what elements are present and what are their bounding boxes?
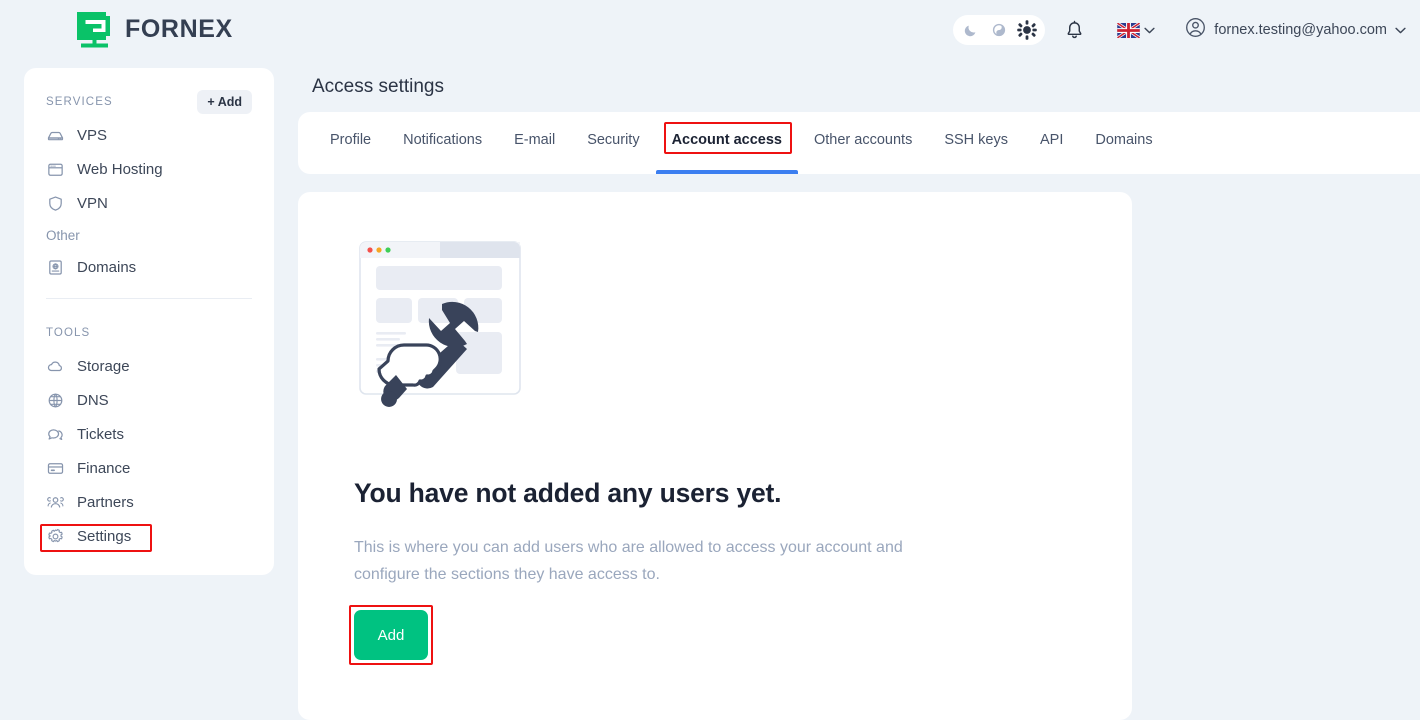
sidebar-item-finance[interactable]: Finance [24,451,274,485]
sidebar-item-web-hosting[interactable]: Web Hosting [24,152,274,186]
tab-label: Security [587,132,640,148]
sidebar-item-label: Settings [77,527,132,545]
tab-label: Domains [1095,132,1153,148]
add-user-button[interactable]: Add [354,610,428,660]
globe-icon [46,391,65,410]
empty-state-description: This is where you can add users who are … [354,539,903,583]
account-access-panel: You have not added any users yet. This i… [298,192,1132,720]
fornex-monitor-logo-icon [74,9,115,50]
top-bar-right-controls: fornex.testing@yahoo.com [953,0,1406,60]
sidebar-item-vps[interactable]: VPS [24,118,274,152]
half-moon-contrast-icon[interactable] [988,19,1010,41]
sidebar-item-partners[interactable]: Partners [24,485,274,519]
tab-security[interactable]: Security [571,112,655,174]
tab-label: SSH keys [944,132,1008,148]
tabs-list: Profile Notifications E-mail Security Ac… [298,112,1420,174]
sidebar-section-tools-label: TOOLS [46,327,91,339]
sidebar-item-domains[interactable]: Domains [24,250,274,284]
user-account-menu[interactable]: fornex.testing@yahoo.com [1185,17,1406,43]
tab-api[interactable]: API [1024,112,1079,174]
tab-label: API [1040,132,1064,148]
tab-profile[interactable]: Profile [314,112,387,174]
chat-bubbles-icon [46,425,65,444]
sidebar-item-tickets[interactable]: Tickets [24,417,274,451]
tab-label: Other accounts [814,132,913,148]
sidebar-item-label: Storage [77,357,130,375]
top-bar: FORNEX fornex.testing@yahoo.com [0,0,1420,60]
bell-icon[interactable] [1057,13,1091,47]
page-title: Access settings [312,76,444,97]
tab-ssh-keys[interactable]: SSH keys [928,112,1024,174]
sidebar-item-vpn[interactable]: VPN [24,186,274,220]
tab-email[interactable]: E-mail [498,112,571,174]
sidebar-item-label: DNS [77,391,109,409]
theme-toggle-group[interactable] [953,15,1046,45]
sidebar-item-label: VPN [77,194,108,212]
sidebar-item-storage[interactable]: Storage [24,349,274,383]
brand-name: FORNEX [125,15,233,43]
tab-account-access[interactable]: Account access [655,112,799,174]
credit-card-icon [46,459,65,478]
cloud-icon [46,357,65,376]
sidebar-section-other-label: Other [46,227,80,243]
sidebar-section-services-label: SERVICES [46,96,113,108]
sidebar-item-label: Domains [77,258,137,276]
sidebar-divider [46,298,252,299]
tabs-bar: Profile Notifications E-mail Security Ac… [298,112,1420,174]
sidebar-item-settings[interactable]: Settings [24,519,274,553]
hand-holding-wrench-browser-illustration [352,236,532,411]
sidebar-item-label: Finance [77,459,131,477]
browser-window-icon [46,160,65,179]
sidebar-section-tools: TOOLS [24,317,274,349]
sidebar-item-label: VPS [77,126,108,144]
tab-label: E-mail [514,132,556,148]
sidebar: SERVICES + Add VPS Web Hosting VPN Other… [24,68,274,575]
language-selector[interactable] [1117,22,1155,38]
tab-domains[interactable]: Domains [1079,112,1168,174]
sidebar-item-label: Partners [77,493,134,511]
sidebar-item-label: Tickets [77,425,124,443]
chevron-down-icon [1395,27,1406,34]
uk-flag-icon [1117,22,1141,38]
tab-notifications[interactable]: Notifications [387,112,498,174]
tab-other-accounts[interactable]: Other accounts [798,112,928,174]
shield-icon [46,194,65,213]
tab-label: Account access [671,132,782,148]
chevron-down-icon [1144,27,1155,34]
domain-book-icon [46,258,65,277]
sidebar-item-label: Web Hosting [77,160,163,178]
sidebar-item-dns[interactable]: DNS [24,383,274,417]
tab-label: Profile [330,132,372,148]
gear-icon [46,527,65,546]
tab-label: Notifications [403,132,483,148]
user-email-label: fornex.testing@yahoo.com [1214,22,1387,38]
user-circle-icon [1185,17,1206,43]
brand-logo[interactable]: FORNEX [74,9,233,50]
empty-state-title: You have not added any users yet. [354,478,782,508]
people-group-icon [46,493,65,512]
server-icon [46,126,65,145]
sun-icon[interactable] [1016,19,1038,41]
moon-icon[interactable] [960,19,982,41]
sidebar-section-services: SERVICES + Add [24,86,274,118]
sidebar-add-service-button[interactable]: + Add [197,90,252,114]
